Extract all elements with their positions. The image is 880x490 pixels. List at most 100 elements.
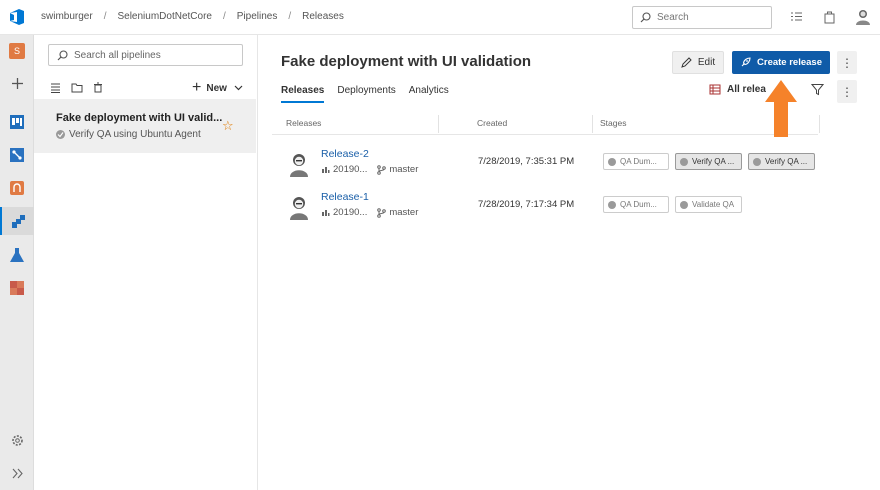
status-check-icon <box>56 130 65 139</box>
favorite-star-icon[interactable]: ☆ <box>222 118 234 134</box>
stage-chip[interactable]: QA Dum... <box>603 196 669 213</box>
gear-icon <box>11 434 23 446</box>
column-divider <box>438 115 439 133</box>
chevron-double-right-icon <box>12 468 23 478</box>
trash-icon[interactable] <box>93 82 103 93</box>
pane-toolbar <box>50 82 103 93</box>
pipelines-icon <box>11 214 25 228</box>
column-header-stages: Stages <box>600 118 627 128</box>
pipeline-search-input[interactable]: Search all pipelines <box>48 44 243 66</box>
chevron-down-icon <box>234 85 243 91</box>
filter-funnel-icon[interactable] <box>811 83 824 96</box>
stage-chip[interactable]: Verify QA ... <box>675 153 742 170</box>
stage-status-icon <box>680 200 688 209</box>
more-actions-button[interactable]: ⋮ <box>837 51 857 74</box>
rail-project[interactable]: S <box>0 37 34 65</box>
release-name-link[interactable]: Release-1 <box>321 191 369 203</box>
breadcrumb-project[interactable]: SeleniumDotNetCore <box>117 11 212 22</box>
all-releases-filter[interactable]: All relea <box>709 84 766 95</box>
stage-chip[interactable]: Verify QA ... <box>748 153 815 170</box>
user-avatar-icon[interactable] <box>855 8 871 26</box>
rail-artifacts-top[interactable] <box>0 174 34 202</box>
list-view-icon[interactable] <box>50 82 61 93</box>
release-meta: 20190... master <box>321 207 418 218</box>
new-pipeline-button[interactable]: + New <box>192 80 243 96</box>
search-placeholder: Search <box>657 12 689 23</box>
column-header-created: Created <box>477 118 508 128</box>
column-divider <box>819 115 820 133</box>
release-name-link[interactable]: Release-2 <box>321 148 369 160</box>
rail-add[interactable] <box>0 69 34 97</box>
pipeline-subtitle: Verify QA using Ubuntu Agent <box>69 129 201 140</box>
stage-status-icon <box>753 157 761 166</box>
boards-icon <box>10 115 24 129</box>
release-branch: master <box>377 164 418 175</box>
create-release-button[interactable]: Create release <box>732 51 830 74</box>
release-branch: master <box>377 207 418 218</box>
filter-label: All relea <box>727 84 766 95</box>
search-icon <box>57 49 68 60</box>
repos-icon <box>10 148 24 162</box>
artifacts-icon <box>10 181 24 195</box>
pipeline-list-item[interactable]: Fake deployment with UI valid... Verify … <box>34 99 256 153</box>
header-divider <box>272 134 818 135</box>
release-build: 20190... <box>333 164 368 175</box>
branch-icon <box>377 207 387 218</box>
stage-label: QA Dum... <box>620 200 657 209</box>
folder-icon[interactable] <box>71 82 83 93</box>
release-meta: 20190... master <box>321 164 418 175</box>
stage-label: Verify QA ... <box>765 157 808 166</box>
edit-button[interactable]: Edit <box>672 51 724 74</box>
pipelines-pane: Search all pipelines + New Fake deployme… <box>34 35 258 490</box>
rail-test-plans[interactable] <box>0 241 34 269</box>
avatar <box>290 154 308 177</box>
more-vertical-icon: ⋮ <box>841 55 853 70</box>
column-header-releases: Releases <box>286 118 322 128</box>
stage-label: QA Dum... <box>620 157 657 166</box>
top-bar: swimburger / SeleniumDotNetCore / Pipeli… <box>0 0 880 35</box>
release-tabs: Releases Deployments Analytics <box>281 85 462 103</box>
table-icon <box>709 84 721 95</box>
stage-label: Verify QA ... <box>692 157 735 166</box>
azure-devops-logo[interactable] <box>8 8 26 26</box>
tab-deployments[interactable]: Deployments <box>337 85 395 103</box>
rail-boards[interactable] <box>0 108 34 136</box>
breadcrumb-org[interactable]: swimburger <box>41 11 93 22</box>
stage-status-icon <box>608 157 616 166</box>
view-options-button[interactable]: ⋮ <box>837 80 857 103</box>
rail-settings[interactable] <box>0 426 34 454</box>
column-divider <box>592 115 593 133</box>
plus-icon: + <box>192 79 202 96</box>
rail-pipelines[interactable] <box>0 207 34 235</box>
global-search-input[interactable]: Search <box>632 6 772 29</box>
breadcrumb-releases[interactable]: Releases <box>302 11 344 22</box>
pipeline-status: Verify QA using Ubuntu Agent <box>56 129 201 140</box>
pipeline-search-placeholder: Search all pipelines <box>74 49 161 61</box>
rail-artifacts[interactable] <box>0 274 34 302</box>
left-navigation-rail: S <box>0 35 34 490</box>
stage-chip[interactable]: QA Dum... <box>603 153 669 170</box>
branch-icon <box>377 164 387 175</box>
breadcrumb-separator: / <box>103 11 107 22</box>
table-row[interactable]: Release-2 20190... master 7/28/2019, 7:3… <box>272 147 818 187</box>
build-icon <box>322 210 330 216</box>
task-list-icon[interactable] <box>790 10 803 23</box>
tab-analytics[interactable]: Analytics <box>409 85 449 103</box>
stage-status-icon <box>680 157 688 166</box>
create-release-label: Create release <box>757 57 822 68</box>
test-flask-icon <box>10 248 24 262</box>
tab-releases[interactable]: Releases <box>281 85 325 103</box>
new-label: New <box>206 82 227 94</box>
rail-repos[interactable] <box>0 141 34 169</box>
breadcrumb-pipelines[interactable]: Pipelines <box>237 11 278 22</box>
stage-chip[interactable]: Validate QA <box>675 196 742 213</box>
release-created: 7/28/2019, 7:17:34 PM <box>478 199 575 210</box>
table-row[interactable]: Release-1 20190... master 7/28/2019, 7:1… <box>272 190 818 230</box>
marketplace-bag-icon[interactable] <box>823 10 836 24</box>
build-icon <box>322 167 330 173</box>
annotation-arrow <box>765 80 797 137</box>
rail-expand[interactable] <box>0 459 34 487</box>
search-icon <box>640 12 651 23</box>
stage-status-icon <box>608 200 616 209</box>
edit-label: Edit <box>697 57 716 68</box>
